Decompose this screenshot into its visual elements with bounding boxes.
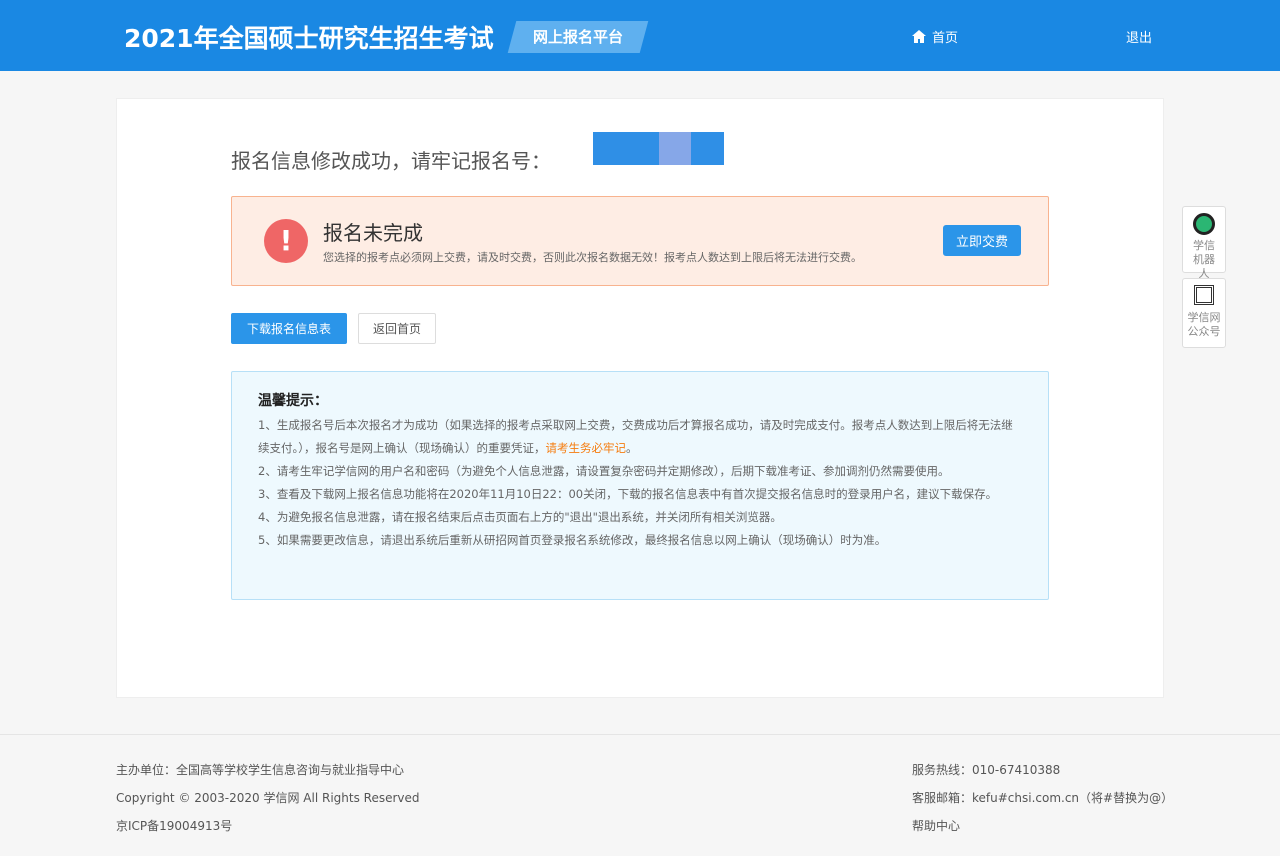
tip-2: 2、请考生牢记学信网的用户名和密码（为避免个人信息泄露，请设置复杂密码并定期修改… <box>258 460 1022 483</box>
header: 2021年全国硕士研究生招生考试 网上报名平台 首页 退出 <box>0 0 1280 71</box>
home-icon <box>912 30 926 43</box>
robot-button[interactable]: 学信机器人 <box>1182 206 1226 273</box>
tips-box: 温馨提示： 1、生成报名号后本次报名才为成功（如果选择的报考点采取网上交费，交费… <box>231 371 1049 600</box>
icp-link[interactable]: 京ICP备19004913号 <box>116 817 232 834</box>
footer-host: 主办单位：全国高等学校学生信息咨询与就业指导中心 <box>116 761 404 778</box>
home-label: 首页 <box>932 27 958 46</box>
platform-label: 网上报名平台 <box>512 21 644 53</box>
tip-1: 1、生成报名号后本次报名才为成功（如果选择的报考点采取网上交费，交费成功后才算报… <box>258 414 1022 460</box>
footer-hotline: 服务热线：010-67410388 <box>912 761 1060 778</box>
tip-1-highlight: 请考生务必牢记 <box>546 441 627 455</box>
footer: 主办单位：全国高等学校学生信息咨询与就业指导中心 Copyright © 200… <box>0 734 1280 856</box>
footer-copyright: Copyright © 2003-2020 学信网 All Rights Res… <box>116 789 420 806</box>
platform-badge: 网上报名平台 <box>508 21 649 53</box>
download-button[interactable]: 下载报名信息表 <box>231 313 347 344</box>
tips-title: 温馨提示： <box>258 390 1022 410</box>
warning-box: ! 报名未完成 您选择的报考点必须网上交费，请及时交费，否则此次报名数据无效！报… <box>231 196 1049 286</box>
robot-label: 学信机器人 <box>1183 239 1225 281</box>
main-panel: 报名信息修改成功，请牢记报名号： ! 报名未完成 您选择的报考点必须网上交费，请… <box>116 98 1164 698</box>
exclamation-icon: ! <box>264 219 308 263</box>
home-link[interactable]: 首页 <box>912 27 958 46</box>
footer-email: 客服邮箱：kefu#chsi.com.cn（将#替换为@） <box>912 789 1173 806</box>
tip-1-end: 。 <box>626 441 638 455</box>
wechat-label: 学信网公众号 <box>1183 311 1225 339</box>
tip-4: 4、为避免报名信息泄露，请在报名结束后点击页面右上方的"退出"退出系统，并关闭所… <box>258 506 1022 529</box>
robot-icon <box>1193 213 1215 235</box>
back-home-button[interactable]: 返回首页 <box>358 313 436 344</box>
wechat-button[interactable]: 学信网公众号 <box>1182 278 1226 348</box>
site-title: 2021年全国硕士研究生招生考试 <box>124 19 494 55</box>
pay-now-button[interactable]: 立即交费 <box>943 225 1021 256</box>
tip-3: 3、查看及下载网上报名信息功能将在2020年11月10日22：00关闭，下载的报… <box>258 483 1022 506</box>
qr-code-icon <box>1194 285 1214 305</box>
warning-title: 报名未完成 <box>323 217 423 246</box>
tip-5: 5、如果需要更改信息，请退出系统后重新从研招网首页登录报名系统修改，最终报名信息… <box>258 529 1022 552</box>
logout-link[interactable]: 退出 <box>1126 27 1152 46</box>
help-center-link[interactable]: 帮助中心 <box>912 817 960 834</box>
registration-number-masked <box>593 132 724 165</box>
success-message: 报名信息修改成功，请牢记报名号： <box>231 145 551 174</box>
warning-message: 您选择的报考点必须网上交费，请及时交费，否则此次报名数据无效！报考点人数达到上限… <box>323 249 862 265</box>
